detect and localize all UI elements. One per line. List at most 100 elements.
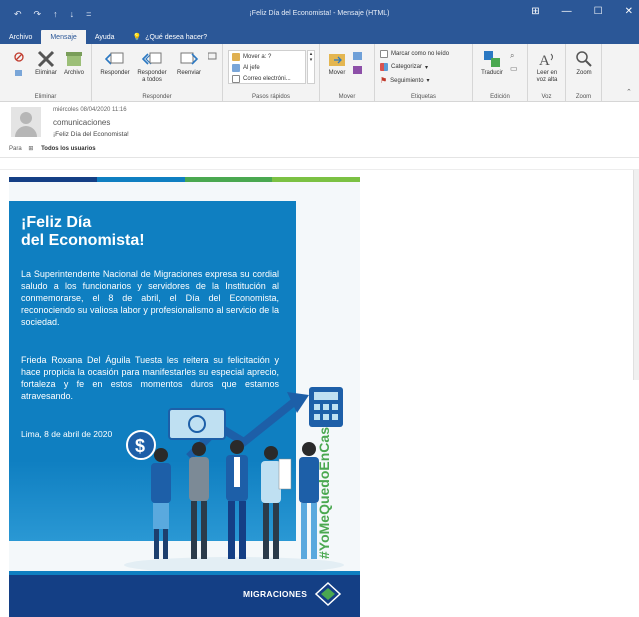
recipient[interactable]: Todos los usuarios — [41, 146, 96, 152]
folder-icon — [232, 53, 240, 61]
tab-archivo[interactable]: Archivo — [0, 30, 41, 44]
quick-step-email[interactable]: Correo electróni... — [232, 75, 291, 83]
forward-button[interactable]: Reenviar — [172, 50, 206, 77]
card-headline: ¡Feliz Día del Economista! — [21, 214, 145, 250]
title-bar: ↶ ↷ ↑ ↓ = ¡Feliz Día del Economista! - M… — [0, 0, 639, 30]
envelope-icon — [232, 75, 240, 83]
ribbon-display-icon[interactable]: ⊞ — [531, 6, 539, 17]
greeting-card: ¡Feliz Día del Economista! La Superinten… — [9, 177, 360, 617]
translate-button[interactable]: Traducir — [477, 50, 507, 77]
move-button[interactable]: Mover — [324, 50, 350, 77]
reply-all-icon — [142, 52, 162, 65]
color-stripes — [9, 177, 360, 182]
collapse-ribbon-icon[interactable]: ⌃ — [626, 88, 632, 96]
archive-button[interactable]: Archivo — [61, 50, 87, 77]
migraciones-logo-text: MIGRACIONES — [243, 589, 308, 599]
group-label-pasos: Pasos rápidos — [251, 94, 291, 100]
delete-label: Eliminar — [35, 70, 57, 76]
forward-label: Reenviar — [176, 70, 201, 76]
zoom-label: Zoom — [576, 70, 592, 76]
category-icon — [380, 63, 388, 71]
sender-name[interactable]: comunicaciones — [53, 118, 110, 127]
message-date: miércoles 08/04/2020 11:16 — [53, 107, 127, 113]
translate-icon — [484, 51, 500, 67]
group-label-responder: Responder — [142, 94, 172, 100]
to-label: Para — [9, 146, 22, 152]
translate-label: Traducir — [481, 70, 503, 76]
avatar — [11, 107, 41, 137]
card-paragraph-1: La Superintendente Nacional de Migracion… — [21, 269, 279, 327]
find-icon[interactable]: ⌕ — [510, 51, 514, 61]
more-respond-icon[interactable] — [207, 52, 217, 63]
minimize-button[interactable]: — — [562, 6, 572, 17]
onenote-icon[interactable] — [353, 66, 363, 77]
folder-move-icon — [329, 54, 345, 66]
read-aloud-label-2: voz alta — [536, 77, 558, 83]
group-pasos-rapidos: Mover a: ? Al jefe Correo electróni... ▴… — [223, 44, 320, 102]
tab-mensaje[interactable]: Mensaje — [41, 30, 86, 44]
follow-up-button[interactable]: ⚑ Seguimiento ▾ — [380, 76, 430, 85]
migraciones-logo-icon — [314, 581, 342, 607]
select-icon[interactable]: ▭ — [510, 64, 518, 73]
group-etiquetas: Marcar como no leído Categorizar ▾ ⚑ Segui… — [375, 44, 473, 102]
reply-icon — [105, 52, 124, 65]
forward-icon — [180, 52, 199, 65]
tell-me-search[interactable]: 💡 ¿Qué desea hacer? — [124, 30, 217, 44]
close-button[interactable]: ✕ — [625, 6, 633, 17]
reply-button[interactable]: Responder — [98, 50, 132, 77]
tab-ayuda[interactable]: Ayuda — [86, 30, 124, 44]
quick-step-move[interactable]: Mover a: ? — [232, 53, 271, 61]
flag-icon: ⚑ — [380, 76, 388, 85]
header-divider — [0, 169, 639, 170]
read-aloud-button[interactable]: A Leer en voz alta — [531, 50, 563, 84]
maximize-button[interactable]: ☐ — [594, 6, 603, 17]
quick-steps-gallery: Mover a: ? Al jefe Correo electróni... — [228, 50, 306, 84]
ignore-icon[interactable] — [14, 52, 24, 64]
read-aloud-label-1: Leer en — [536, 70, 558, 76]
chevron-down-icon: ▾ — [426, 78, 430, 84]
categorize-button[interactable]: Categorizar ▾ — [380, 63, 428, 71]
headline-line-1: ¡Feliz Día — [21, 214, 92, 231]
reply-all-label-2: a todos — [142, 77, 162, 83]
read-aloud-icon: A — [539, 53, 553, 68]
scroll-quick-steps-icon[interactable]: ▴ ▾ — [307, 50, 315, 84]
archive-box-icon — [66, 52, 82, 66]
group-voz: A Leer en voz alta Voz — [528, 44, 566, 102]
svg-text:$: $ — [135, 436, 145, 456]
ribbon: Eliminar Archivo Eliminar Responder Resp… — [0, 44, 639, 102]
group-label-edicion: Edición — [490, 94, 510, 100]
group-mover: Mover Mover — [320, 44, 375, 102]
headline-line-2: del Economista! — [21, 232, 145, 249]
tell-me-label: ¿Qué desea hacer? — [145, 34, 208, 41]
reply-label: Responder — [100, 70, 130, 76]
rules-icon[interactable] — [353, 52, 363, 63]
card-dateline: Lima, 8 de abril de 2020 — [21, 429, 113, 439]
svg-text:A: A — [539, 53, 550, 68]
group-responder: Responder Responder a todos Reenviar Res… — [92, 44, 223, 102]
zoom-button[interactable]: Zoom — [569, 50, 599, 77]
group-label-eliminar: Eliminar — [34, 94, 57, 100]
delete-x-icon — [37, 50, 55, 68]
forward-mail-icon — [232, 64, 240, 72]
lightbulb-icon: 💡 — [132, 34, 142, 41]
move-label: Mover — [328, 70, 346, 76]
chevron-down-icon: ▾ — [425, 64, 429, 71]
quick-step-manager[interactable]: Al jefe — [232, 64, 260, 72]
envelope-unread-icon — [380, 50, 388, 58]
message-header: miércoles 08/04/2020 11:16 comunicacione… — [0, 103, 639, 158]
vertical-scrollbar[interactable] — [633, 170, 639, 380]
people-celebrating-illustration: $ — [124, 387, 344, 572]
message-subject: ¡Feliz Día del Economista! — [53, 131, 129, 138]
ribbon-tabs: Archivo Mensaje Ayuda 💡 ¿Qué desea hacer… — [0, 30, 639, 44]
group-zoom: Zoom Zoom — [566, 44, 602, 102]
group-edicion: Traducir ⌕ ▭ Edición — [473, 44, 528, 102]
group-eliminar: Eliminar Archivo Eliminar — [0, 44, 92, 102]
group-label-mover: Mover — [338, 94, 356, 100]
reply-all-label-1: Responder — [137, 70, 167, 76]
group-label-etiquetas: Etiquetas — [410, 94, 437, 100]
mark-unread-button[interactable]: Marcar como no leído — [380, 50, 449, 58]
cleanup-icon[interactable] — [14, 68, 24, 80]
reply-all-button[interactable]: Responder a todos — [133, 50, 171, 84]
delete-button[interactable]: Eliminar — [33, 50, 59, 77]
group-label-zoom: Zoom — [575, 94, 592, 100]
